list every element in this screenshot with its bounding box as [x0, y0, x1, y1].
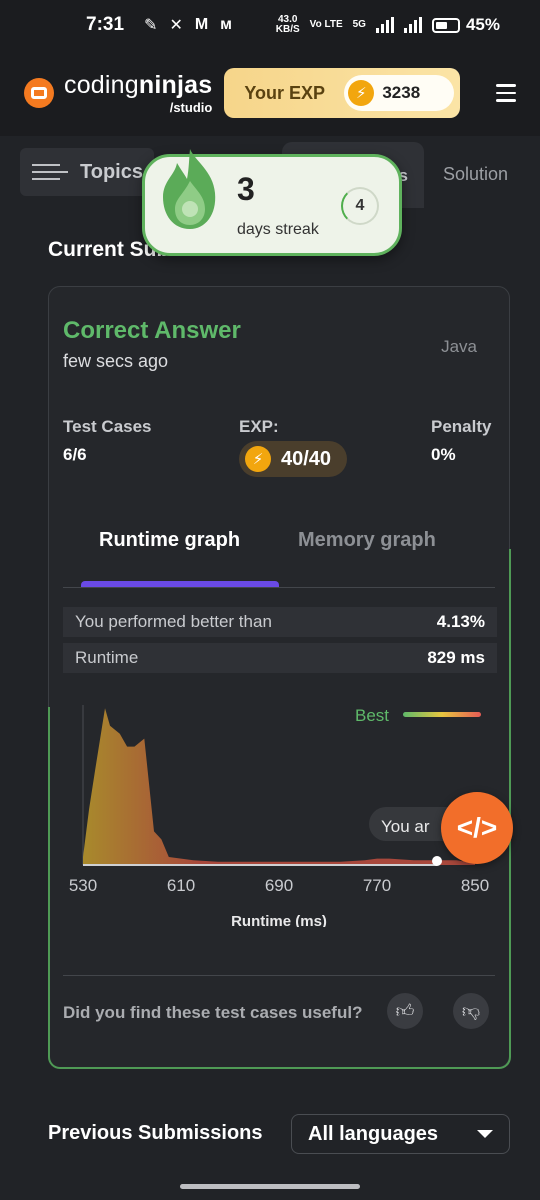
topics-icon — [32, 164, 68, 180]
tab-runtime-graph[interactable]: Runtime graph — [99, 529, 240, 552]
feedback-question: Did you find these test cases useful? — [63, 1003, 363, 1022]
x-tick-label: 690 — [265, 876, 293, 895]
previous-submissions-title: Previous Submissions — [48, 1122, 263, 1144]
language-filter-select[interactable]: All languages — [291, 1114, 510, 1154]
performance-row: You performed better than 4.13% — [63, 607, 497, 637]
signal-icon-2 — [403, 17, 422, 33]
x-icon: ✕ — [169, 17, 183, 34]
verdict: Correct Answer — [63, 317, 241, 344]
test-cases-label: Test Cases — [63, 417, 152, 436]
penalty-value: 0% — [431, 445, 456, 464]
flame-icon — [163, 149, 216, 229]
legend-label: Best — [355, 706, 389, 725]
topics-button[interactable]: Topics — [20, 148, 154, 196]
streak-text: days streak — [237, 221, 319, 238]
app-icon: ᴍ — [220, 16, 233, 33]
tab-memory-graph[interactable]: Memory graph — [298, 529, 436, 552]
thumbs-up-button[interactable]: 👍︎ — [387, 993, 423, 1029]
net-speed: 43.0 KB/S — [275, 14, 300, 35]
battery-icon — [431, 17, 460, 33]
runtime-distribution-area — [83, 708, 475, 865]
network-type: 5G — [352, 19, 366, 30]
streak-toast[interactable]: 3 days streak 4 — [142, 149, 402, 256]
code-icon: </> — [456, 812, 498, 843]
exp-earned-value: 40/40 — [281, 447, 332, 470]
test-cases-value: 6/6 — [63, 445, 87, 464]
penalty-label: Penalty — [431, 417, 492, 436]
exp-value: 3238 — [382, 83, 421, 102]
status-indicators: 43.0 KB/S Vo LTE 5G 45% — [276, 15, 500, 35]
x-tick-label: 770 — [363, 876, 391, 895]
submission-time: few secs ago — [63, 351, 169, 371]
hamburger-menu-icon[interactable] — [496, 84, 516, 102]
signal-icon — [375, 17, 394, 33]
app-header: codingninjas /studio Your EXP ⚡ 3238 — [0, 50, 540, 136]
runtime-chart: Best You ar 530 610 690 770 850 Runtime (ms) — [69, 705, 489, 927]
thumbs-up-icon: 👍︎ — [395, 1001, 415, 1021]
you-tooltip-label: You ar — [381, 817, 430, 836]
notification-icons: ✎ ✕ M ᴍ — [144, 15, 232, 35]
exp-label: Your EXP — [244, 82, 326, 103]
thumbs-down-icon: 👎︎ — [461, 1001, 481, 1021]
streak-count: 3 — [237, 171, 255, 207]
status-time: 7:31 — [86, 14, 125, 35]
exp-pill[interactable]: Your EXP ⚡ 3238 — [224, 68, 461, 118]
thumbs-down-button[interactable]: 👎︎ — [453, 993, 489, 1029]
x-tick-label: 610 — [167, 876, 195, 895]
chevron-down-icon — [477, 1130, 493, 1138]
x-tick-label: 850 — [461, 876, 489, 895]
legend-gradient — [403, 712, 481, 717]
logo[interactable]: codingninjas /studio — [64, 72, 212, 114]
code-fab-button[interactable]: </> — [441, 792, 513, 864]
gmail-icon: M — [194, 16, 209, 33]
pen-icon: ✎ — [144, 17, 158, 34]
you-marker — [432, 856, 442, 866]
volte-badge: Vo LTE — [309, 19, 343, 30]
exp-earned-chip: ⚡ 40/40 — [239, 441, 347, 477]
exp-earned-label: EXP: — [239, 417, 279, 436]
x-axis-title: Runtime (ms) — [231, 913, 327, 927]
exp-value-box: ⚡ 3238 — [344, 75, 455, 111]
battery-indicator: 45% — [431, 15, 500, 35]
bolt-icon: ⚡ — [245, 446, 271, 472]
streak-next-ring: 4 — [341, 187, 379, 225]
logo-icon[interactable] — [24, 78, 54, 108]
submission-card: Correct Answer few secs ago Java Test Ca… — [47, 286, 511, 1069]
submission-language: Java — [441, 337, 477, 356]
x-tick-label: 530 — [69, 876, 97, 895]
bolt-icon: ⚡ — [348, 80, 375, 106]
tab-solution[interactable]: Solution — [443, 164, 508, 185]
home-indicator[interactable] — [180, 1184, 360, 1189]
status-bar: 7:31 ✎ ✕ M ᴍ 43.0 KB/S Vo LTE 5G 45% — [0, 0, 540, 50]
runtime-row: Runtime 829 ms — [63, 643, 497, 673]
